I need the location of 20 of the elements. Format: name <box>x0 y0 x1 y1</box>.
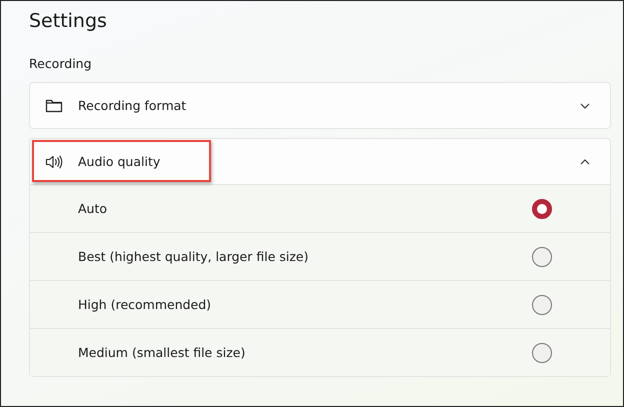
section-heading: Recording <box>29 55 93 73</box>
page-title: Settings <box>29 9 108 34</box>
option-row[interactable]: Auto <box>30 184 610 232</box>
option-row[interactable]: Medium (smallest file size) <box>30 328 610 376</box>
option-label: Medium (smallest file size) <box>78 345 246 360</box>
option-row[interactable]: Best (highest quality, larger file size) <box>30 232 610 280</box>
expander-label: Audio quality <box>78 154 162 169</box>
option-label: Best (highest quality, larger file size) <box>78 249 310 264</box>
speaker-icon <box>45 154 63 170</box>
radio-button[interactable] <box>532 198 552 218</box>
folder-icon <box>45 98 63 114</box>
option-label: High (recommended) <box>78 297 212 312</box>
radio-button[interactable] <box>532 246 552 266</box>
chevron-down-icon <box>580 102 590 108</box>
expander-label: Recording format <box>78 98 188 113</box>
option-label: Auto <box>78 201 108 216</box>
chevron-up-icon <box>580 158 590 164</box>
option-row[interactable]: High (recommended) <box>30 280 610 328</box>
radio-button[interactable] <box>532 294 552 314</box>
radio-button[interactable] <box>532 342 552 362</box>
